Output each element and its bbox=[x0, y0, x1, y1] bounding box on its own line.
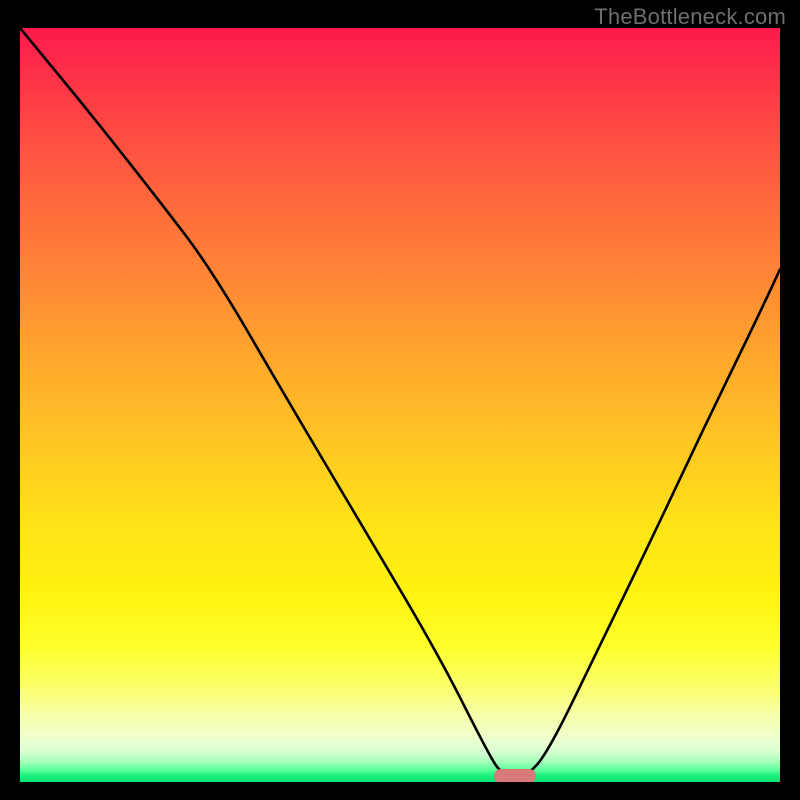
bottleneck-curve-path bbox=[20, 28, 780, 776]
curve-svg bbox=[20, 28, 780, 782]
plot-area bbox=[20, 28, 780, 782]
watermark-text: TheBottleneck.com bbox=[594, 4, 786, 30]
optimum-marker bbox=[494, 769, 536, 782]
chart-frame: TheBottleneck.com bbox=[0, 0, 800, 800]
